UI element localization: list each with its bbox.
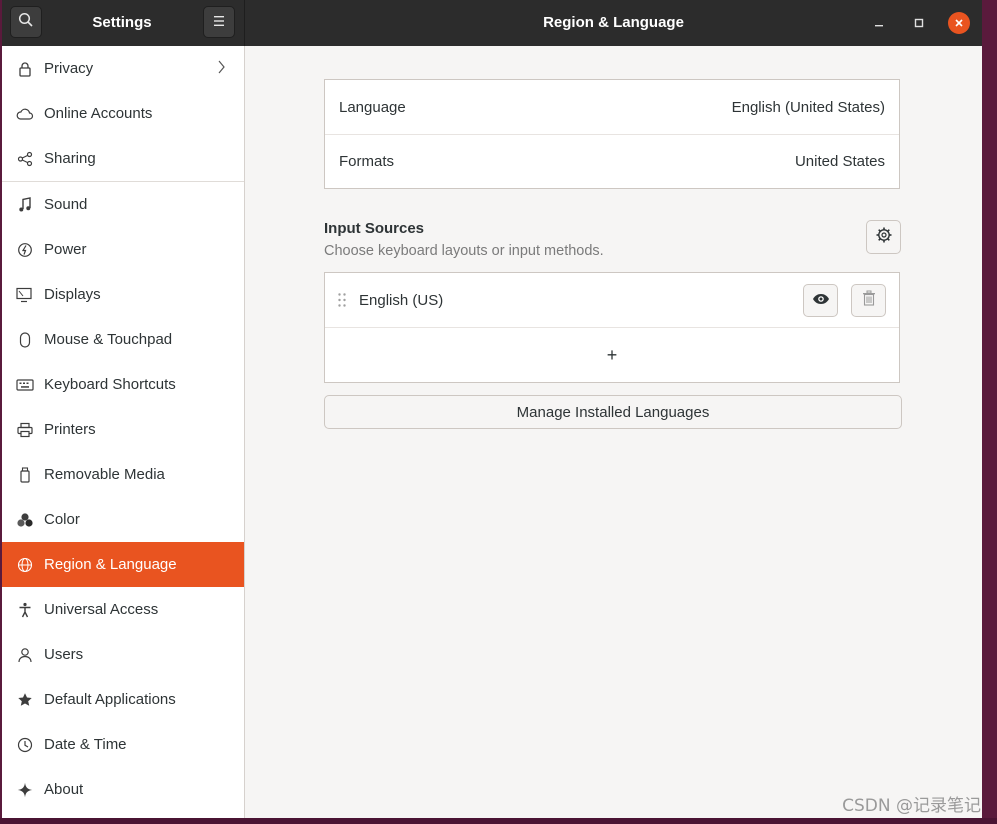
- power-icon: [16, 241, 34, 259]
- desktop-background-strip: [0, 818, 997, 824]
- close-icon: [954, 15, 964, 32]
- sidebar: Privacy Online Accounts Sharing Sound Po…: [2, 46, 245, 818]
- sidebar-item-color[interactable]: Color: [2, 497, 244, 542]
- sidebar-item-users[interactable]: Users: [2, 632, 244, 677]
- color-icon: [16, 511, 34, 529]
- close-button[interactable]: [948, 12, 970, 34]
- sidebar-item-label: Mouse & Touchpad: [44, 331, 173, 348]
- sidebar-item-sharing[interactable]: Sharing: [2, 136, 244, 181]
- sidebar-item-label: Privacy: [44, 60, 94, 77]
- eye-icon: [812, 292, 830, 309]
- search-icon: [18, 12, 34, 32]
- sidebar-item-label: Universal Access: [44, 601, 159, 618]
- user-icon: [16, 646, 34, 664]
- sidebar-item-label: Region & Language: [44, 556, 177, 573]
- language-value: English (United States): [731, 98, 885, 116]
- remove-input-source-button[interactable]: [851, 283, 886, 317]
- settings-window: Settings Region & Language Privacy Onlin…: [2, 0, 982, 818]
- main-content: Language English (United States) Formats…: [245, 46, 982, 818]
- sidebar-item-online-accounts[interactable]: Online Accounts: [2, 91, 244, 136]
- sidebar-item-printers[interactable]: Printers: [2, 407, 244, 452]
- formats-row[interactable]: Formats United States: [325, 134, 899, 188]
- sidebar-item-displays[interactable]: Displays: [2, 272, 244, 317]
- mouse-icon: [16, 331, 34, 349]
- sidebar-item-sound[interactable]: Sound: [2, 182, 244, 227]
- sidebar-item-label: Date & Time: [44, 736, 127, 753]
- clock-icon: [16, 736, 34, 754]
- menu-button[interactable]: [203, 6, 235, 38]
- input-sources-title: Input Sources: [324, 220, 425, 237]
- sidebar-item-privacy[interactable]: Privacy: [2, 46, 244, 91]
- usb-drive-icon: [16, 466, 34, 484]
- plus-icon: +: [606, 344, 618, 365]
- lock-icon: [16, 60, 34, 78]
- header-bar: Settings Region & Language: [2, 0, 982, 46]
- trash-icon: [862, 290, 876, 310]
- sidebar-item-date-time[interactable]: Date & Time: [2, 722, 244, 767]
- sidebar-item-keyboard-shortcuts[interactable]: Keyboard Shortcuts: [2, 362, 244, 407]
- formats-value: United States: [794, 153, 885, 170]
- input-source-label: English (US): [359, 291, 444, 309]
- sidebar-item-mouse-touchpad[interactable]: Mouse & Touchpad: [2, 317, 244, 362]
- add-input-source-button[interactable]: +: [325, 327, 899, 382]
- manage-installed-languages-button[interactable]: Manage Installed Languages: [324, 395, 902, 429]
- input-sources-options-button[interactable]: [866, 220, 901, 254]
- sidebar-item-about[interactable]: About: [2, 767, 244, 812]
- sidebar-item-label: Power: [44, 241, 87, 258]
- formats-label: Formats: [339, 153, 395, 170]
- gear-icon: [875, 226, 893, 248]
- chevron-right-icon: [218, 60, 226, 78]
- sidebar-item-label: Users: [44, 646, 84, 663]
- input-sources-subtitle: Choose keyboard layouts or input methods…: [324, 243, 604, 259]
- printer-icon: [16, 421, 34, 439]
- input-source-row[interactable]: English (US): [325, 273, 899, 327]
- minimize-button[interactable]: [868, 12, 890, 34]
- sidebar-item-label: Sound: [44, 196, 88, 213]
- sidebar-item-label: About: [44, 781, 84, 798]
- preview-layout-button[interactable]: [803, 283, 838, 317]
- keyboard-icon: [16, 376, 34, 394]
- sidebar-item-label: Online Accounts: [44, 105, 153, 122]
- sidebar-item-label: Sharing: [44, 150, 96, 167]
- app-title: Settings: [92, 14, 152, 31]
- maximize-button[interactable]: [908, 12, 930, 34]
- sidebar-item-removable-media[interactable]: Removable Media: [2, 452, 244, 497]
- language-formats-list: Language English (United States) Formats…: [324, 79, 900, 189]
- sidebar-item-default-applications[interactable]: Default Applications: [2, 677, 244, 722]
- sidebar-item-region-language[interactable]: Region & Language: [2, 542, 244, 587]
- sidebar-item-label: Keyboard Shortcuts: [44, 376, 176, 393]
- display-icon: [16, 286, 34, 304]
- input-sources-list: English (US) +: [324, 272, 900, 383]
- sidebar-item-universal-access[interactable]: Universal Access: [2, 587, 244, 632]
- language-row[interactable]: Language English (United States): [325, 80, 899, 134]
- sidebar-item-label: Printers: [44, 421, 96, 438]
- maximize-icon: [914, 15, 924, 32]
- sidebar-item-label: Removable Media: [44, 466, 165, 483]
- music-note-icon: [16, 196, 34, 214]
- search-button[interactable]: [10, 6, 42, 38]
- sidebar-item-label: Displays: [44, 286, 101, 303]
- sidebar-item-power[interactable]: Power: [2, 227, 244, 272]
- sidebar-item-label: Color: [44, 511, 80, 528]
- star-icon: [16, 691, 34, 709]
- sparkle-icon: [16, 781, 34, 799]
- drag-handle-icon[interactable]: [325, 292, 359, 308]
- share-icon: [16, 150, 34, 168]
- watermark: CSDN @记录笔记: [842, 796, 981, 816]
- globe-icon: [16, 556, 34, 574]
- hamburger-menu-icon: [212, 14, 226, 31]
- sidebar-header: Settings: [2, 0, 245, 46]
- language-label: Language: [339, 98, 406, 116]
- sidebar-item-label: Default Applications: [44, 691, 176, 708]
- cloud-icon: [16, 105, 34, 123]
- minimize-icon: [874, 15, 884, 32]
- accessibility-icon: [16, 601, 34, 619]
